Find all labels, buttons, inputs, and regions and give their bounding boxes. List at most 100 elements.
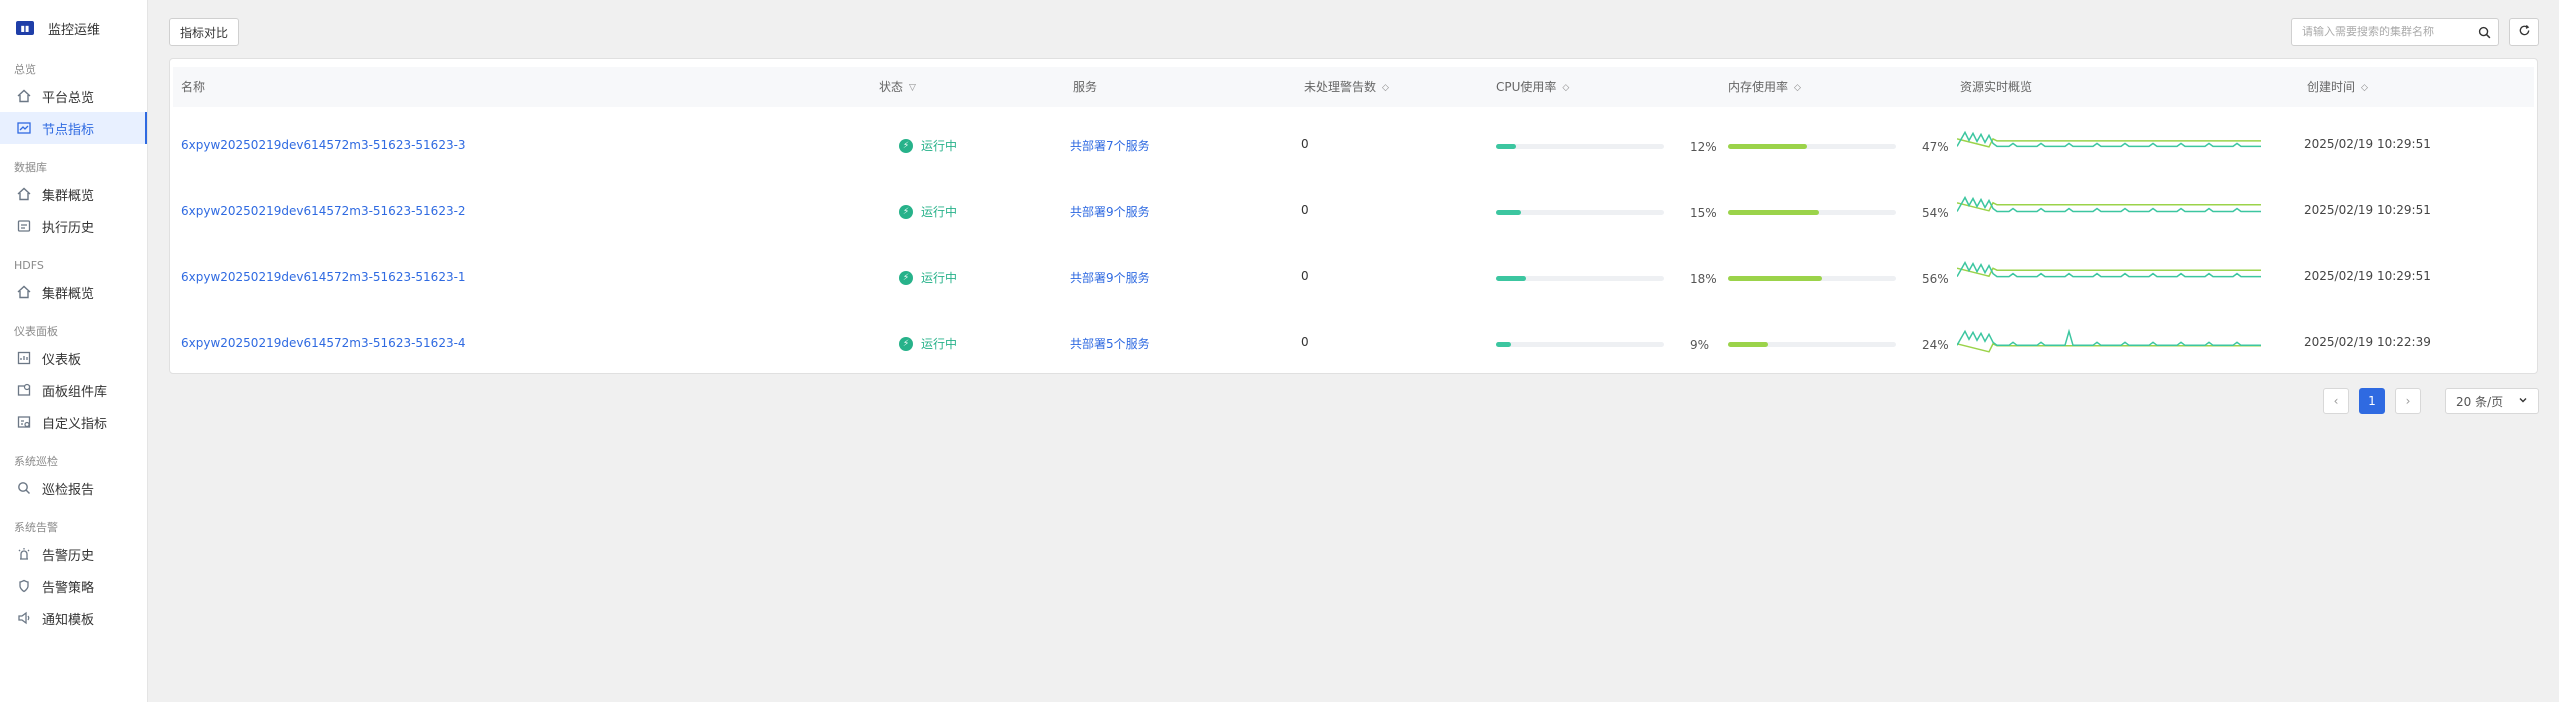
sidebar-item-node-metrics[interactable]: 节点指标 — [0, 112, 147, 144]
sidebar-item-label: 执行历史 — [42, 220, 95, 236]
node-name-link[interactable]: 6xpyw20250219dev614572m3-51623-51623-3 — [181, 138, 466, 152]
alert-count: 0 — [1301, 335, 1309, 349]
home-icon — [16, 88, 32, 104]
refresh-icon — [2518, 24, 2531, 40]
sidebar-item-exec-history[interactable]: 执行历史 — [0, 210, 147, 242]
service-count-link[interactable]: 共部署5个服务 — [1070, 335, 1150, 352]
service-count-link[interactable]: 共部署7个服务 — [1070, 137, 1150, 154]
col-header-service: 服务 — [1073, 67, 1097, 107]
col-header-label: 状态 — [879, 80, 904, 94]
metric-compare-button[interactable]: 指标对比 — [169, 18, 240, 46]
col-header-label: CPU使用率 — [1496, 80, 1557, 94]
col-header-name: 名称 — [181, 67, 205, 107]
col-header-alerts[interactable]: 未处理警告数 ◇ — [1304, 67, 1389, 107]
service-count-link[interactable]: 共部署9个服务 — [1070, 269, 1150, 286]
sidebar-item-label: 告警策略 — [42, 580, 95, 596]
status-badge: ⚡ 运行中 — [899, 269, 957, 286]
cpu-usage-bar — [1496, 342, 1664, 347]
nav-group-label: 仪表面板 — [14, 325, 58, 338]
sidebar-item-alert-history[interactable]: 告警历史 — [0, 538, 147, 570]
cpu-usage-fill — [1496, 210, 1522, 215]
cpu-usage-value: 12% — [1690, 140, 1717, 154]
table-row[interactable]: 6xpyw20250219dev614572m3-51623-51623-2 ⚡ 运… — [170, 179, 2537, 245]
sidebar-item-label: 巡检报告 — [42, 482, 95, 498]
mem-usage-value: 47% — [1922, 140, 1949, 154]
brand[interactable]: ▮▮ 监控运维 — [0, 0, 147, 56]
sidebar-item-label: 面板组件库 — [42, 384, 108, 400]
custom-metric-icon — [16, 414, 32, 430]
sort-icon[interactable]: ◇ — [1794, 83, 1801, 92]
search-icon[interactable] — [2470, 18, 2498, 46]
table-row[interactable]: 6xpyw20250219dev614572m3-51623-51623-3 ⚡ 运… — [170, 113, 2537, 179]
sidebar-item-db-cluster-overview[interactable]: 集群概览 — [0, 178, 147, 210]
chevron-right-icon: › — [2405, 394, 2411, 408]
running-icon: ⚡ — [899, 204, 913, 219]
created-time: 2025/02/19 10:22:39 — [2304, 335, 2431, 349]
alarm-history-icon — [16, 546, 32, 562]
col-header-label: 资源实时概览 — [1960, 80, 2033, 94]
status-badge: ⚡ 运行中 — [899, 335, 957, 352]
dashboard-icon — [16, 350, 32, 366]
status-badge: ⚡ 运行中 — [899, 137, 957, 154]
sidebar-item-label: 自定义指标 — [42, 416, 108, 432]
col-header-created[interactable]: 创建时间 ◇ — [2307, 67, 2368, 107]
brand-title: 监控运维 — [48, 22, 101, 38]
sidebar-item-platform-overview[interactable]: 平台总览 — [0, 80, 147, 112]
node-name-link[interactable]: 6xpyw20250219dev614572m3-51623-51623-4 — [181, 336, 466, 350]
col-header-label: 内存使用率 — [1728, 80, 1789, 94]
sort-icon[interactable]: ◇ — [2361, 83, 2368, 92]
table-row[interactable]: 6xpyw20250219dev614572m3-51623-51623-1 ⚡ 运… — [170, 245, 2537, 311]
sidebar-item-panel-library[interactable]: 面板组件库 — [0, 374, 147, 406]
prev-page-button[interactable]: ‹ — [2323, 388, 2349, 414]
col-header-label: 创建时间 — [2307, 80, 2356, 94]
page-size-select[interactable]: 20 条/页 — [2445, 388, 2539, 414]
search-box — [2291, 18, 2499, 46]
sidebar-item-dashboard[interactable]: 仪表板 — [0, 342, 147, 374]
status-text: 运行中 — [921, 271, 958, 285]
mem-usage-bar — [1728, 276, 1896, 281]
next-page-button[interactable]: › — [2395, 388, 2421, 414]
nav-group-overview: 总览 平台总览 节点指标 — [0, 60, 147, 144]
sidebar-item-custom-metrics[interactable]: 自定义指标 — [0, 406, 147, 438]
sort-icon[interactable]: ◇ — [1382, 83, 1389, 92]
node-name-link[interactable]: 6xpyw20250219dev614572m3-51623-51623-2 — [181, 204, 466, 218]
sidebar-item-alert-policy[interactable]: 告警策略 — [0, 570, 147, 602]
mem-usage-fill — [1728, 342, 1769, 347]
history-icon — [16, 218, 32, 234]
col-header-status[interactable]: 状态 ▽ — [879, 67, 916, 107]
cluster-search-input[interactable] — [2292, 26, 2470, 38]
nav-group-inspection: 系统巡检 巡检报告 — [0, 452, 147, 504]
chart-icon — [16, 120, 32, 136]
sidebar-item-inspection-report[interactable]: 巡检报告 — [0, 472, 147, 504]
search-report-icon — [16, 480, 32, 496]
mem-usage-fill — [1728, 210, 1819, 215]
service-count-link[interactable]: 共部署9个服务 — [1070, 203, 1150, 220]
created-time: 2025/02/19 10:29:51 — [2304, 137, 2431, 151]
filter-icon[interactable]: ▽ — [909, 83, 916, 92]
mem-usage-bar — [1728, 342, 1896, 347]
mem-usage-value: 56% — [1922, 272, 1949, 286]
nav-group-alerts: 系统告警 告警历史 告警策略 通知模板 — [0, 518, 147, 634]
status-badge: ⚡ 运行中 — [899, 203, 957, 220]
page-number-button[interactable]: 1 — [2359, 388, 2385, 414]
sort-icon[interactable]: ◇ — [1562, 83, 1569, 92]
sidebar-item-notify-template[interactable]: 通知模板 — [0, 602, 147, 634]
col-header-cpu[interactable]: CPU使用率 ◇ — [1496, 67, 1569, 107]
page-size-value: 20 条/页 — [2456, 394, 2504, 409]
sidebar-item-label: 集群概览 — [42, 286, 95, 302]
chevron-down-icon — [2518, 394, 2528, 408]
col-header-mem[interactable]: 内存使用率 ◇ — [1728, 67, 1801, 107]
node-table: 名称 状态 ▽ 服务 未处理警告数 ◇ CPU使用率 ◇ 内存使用率 ◇ 资源实时概览 … — [169, 58, 2538, 374]
refresh-button[interactable] — [2509, 18, 2539, 46]
cpu-usage-value: 18% — [1690, 272, 1717, 286]
status-text: 运行中 — [921, 139, 958, 153]
resource-sparkline — [1957, 195, 2261, 213]
status-text: 运行中 — [921, 205, 958, 219]
cpu-usage-bar — [1496, 144, 1664, 149]
table-row[interactable]: 6xpyw20250219dev614572m3-51623-51623-4 ⚡ 运… — [170, 311, 2537, 377]
node-name-link[interactable]: 6xpyw20250219dev614572m3-51623-51623-1 — [181, 270, 466, 284]
home-icon — [16, 186, 32, 202]
sidebar-item-hdfs-cluster-overview[interactable]: 集群概览 — [0, 276, 147, 308]
shield-icon — [16, 578, 32, 594]
nav-group-hdfs: HDFS 集群概览 — [0, 256, 147, 308]
